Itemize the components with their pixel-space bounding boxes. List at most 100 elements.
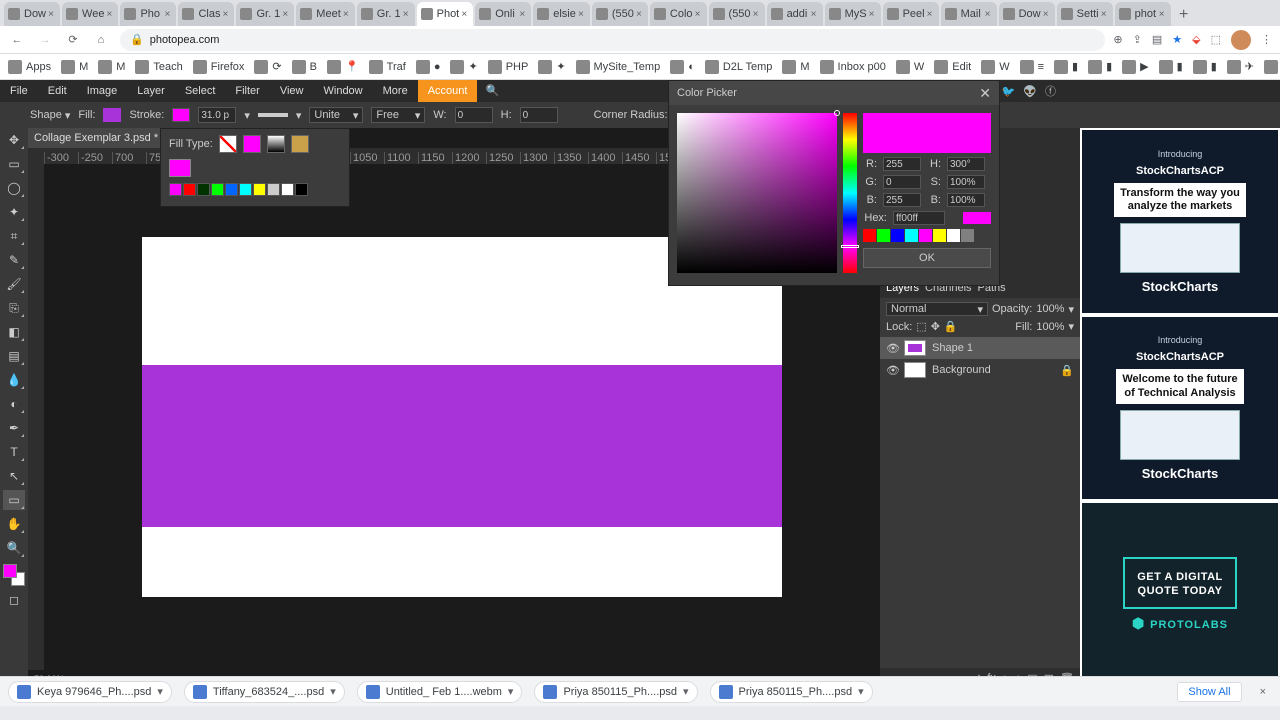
bookmark-item[interactable]: Traf [369, 60, 406, 74]
extension-icon[interactable]: ⬙ [1192, 33, 1200, 46]
bookmark-item[interactable]: M [98, 60, 125, 74]
browser-tab[interactable]: Gr. 1× [357, 2, 415, 26]
fill-pattern-button[interactable] [291, 135, 309, 153]
fill-none-button[interactable] [219, 135, 237, 153]
gradient-tool[interactable]: ▤ [3, 346, 25, 366]
chevron-down-icon[interactable]: ▾ [508, 685, 514, 698]
visibility-toggle[interactable]: 👁 [886, 364, 898, 377]
recent-color-swatch[interactable] [295, 183, 308, 196]
recent-color-swatch[interactable] [239, 183, 252, 196]
close-icon[interactable]: × [280, 9, 290, 20]
close-icon[interactable]: × [867, 9, 877, 20]
bookmark-item[interactable]: ▶ [1122, 60, 1148, 74]
chrome-menu-icon[interactable]: ⋮ [1261, 33, 1272, 46]
fill-swatch[interactable] [103, 108, 121, 122]
browser-tab[interactable]: Colo× [650, 2, 707, 26]
new-tab-button[interactable]: + [1173, 4, 1195, 26]
brush-tool[interactable]: 🖌 [3, 274, 25, 294]
hue-cursor[interactable] [841, 245, 859, 248]
close-icon[interactable]: × [983, 9, 993, 20]
lock-position-icon[interactable]: ✥ [931, 320, 940, 333]
marquee-tool[interactable]: ▭ [3, 154, 25, 174]
browser-tab[interactable]: Dow× [999, 2, 1055, 26]
close-icon[interactable]: × [1099, 9, 1109, 20]
install-icon[interactable]: ⊕ [1113, 33, 1122, 46]
pen-tool[interactable]: ✒ [3, 418, 25, 438]
layer-row[interactable]: 👁Shape 1 [880, 337, 1080, 359]
hand-tool[interactable]: ✋ [3, 514, 25, 534]
align-select[interactable]: Free▾ [371, 107, 425, 123]
preset-color-swatch[interactable] [891, 229, 904, 242]
move-tool[interactable]: ✥ [3, 130, 25, 150]
fill-gradient-button[interactable] [267, 135, 285, 153]
reddit-icon[interactable]: 👽 [1023, 85, 1037, 98]
path-op-select[interactable]: Unite▾ [309, 107, 363, 123]
v-input[interactable] [947, 193, 985, 207]
browser-tab[interactable]: Pho× [120, 2, 176, 26]
bookmark-item[interactable]: Teach [135, 60, 182, 74]
bookmark-item[interactable]: ▮ [1193, 60, 1217, 74]
browser-tab[interactable]: (550× [592, 2, 648, 26]
reader-icon[interactable]: ▤ [1152, 33, 1162, 46]
close-icon[interactable]: × [1041, 9, 1051, 20]
menu-layer[interactable]: Layer [127, 80, 175, 102]
bookmark-item[interactable]: Apps [8, 60, 51, 74]
shape-mode-dropdown[interactable]: Shape▾ [30, 109, 70, 122]
browser-tab[interactable]: Setti× [1057, 2, 1113, 26]
browser-tab[interactable]: (550× [709, 2, 765, 26]
download-chip[interactable]: Priya 850115_Ph....psd▾ [710, 681, 873, 703]
menu-file[interactable]: File [0, 80, 38, 102]
bookmark-item[interactable]: M [782, 60, 809, 74]
recent-color-swatch[interactable] [169, 183, 182, 196]
wand-tool[interactable]: ✦ [3, 202, 25, 222]
browser-tab[interactable]: Wee× [62, 2, 118, 26]
close-icon[interactable]: × [46, 9, 56, 20]
height-input[interactable] [520, 107, 558, 123]
recent-color-swatch[interactable] [253, 183, 266, 196]
preset-color-swatch[interactable] [863, 229, 876, 242]
forward-button[interactable]: → [36, 31, 54, 49]
bookmark-item[interactable]: ✦ [450, 60, 477, 74]
browser-tab[interactable]: Dow× [4, 2, 60, 26]
bookmark-item[interactable]: W [981, 60, 1009, 74]
chevron-down-icon[interactable]: ▾ [858, 685, 864, 698]
bookmark-item[interactable]: ▮ [1088, 60, 1112, 74]
bookmark-item[interactable]: W [896, 60, 924, 74]
browser-tab[interactable]: addi× [767, 2, 823, 26]
browser-tab[interactable]: phot× [1115, 2, 1171, 26]
extensions-puzzle-icon[interactable]: ⬚ [1211, 33, 1221, 46]
recent-color-swatch[interactable] [211, 183, 224, 196]
chevron-down-icon[interactable]: ▾ [330, 685, 336, 698]
bookmark-item[interactable]: Edit [934, 60, 971, 74]
close-icon[interactable]: × [220, 9, 230, 20]
browser-tab[interactable]: Onli× [475, 2, 531, 26]
quickmask-toggle[interactable]: ◻ [3, 590, 25, 610]
bookmark-item[interactable]: ≡ [1020, 60, 1044, 74]
stamp-tool[interactable]: ⎘ [3, 298, 25, 318]
bookmark-item[interactable]: Inbox p00 [820, 60, 886, 74]
r-input[interactable] [883, 157, 921, 171]
recent-color-swatch[interactable] [197, 183, 210, 196]
download-chip[interactable]: Untitled_ Feb 1....webm▾ [357, 681, 523, 703]
search-icon[interactable]: 🔍 [477, 80, 507, 102]
saturation-value-field[interactable] [677, 113, 837, 273]
close-icon[interactable]: × [751, 9, 761, 20]
shape-rectangle[interactable] [142, 365, 782, 527]
menu-more[interactable]: More [373, 80, 418, 102]
menu-view[interactable]: View [270, 80, 314, 102]
download-chip[interactable]: Keya 979646_Ph....psd▾ [8, 681, 172, 703]
sv-cursor[interactable] [834, 110, 840, 116]
stroke-style-preview[interactable] [258, 113, 288, 117]
browser-tab[interactable]: elsie× [533, 2, 590, 26]
browser-tab[interactable]: Peel× [883, 2, 939, 26]
bookmark-item[interactable]: ✈ [1227, 60, 1254, 74]
profile-avatar[interactable] [1231, 30, 1251, 50]
browser-tab[interactable]: Phot× [417, 2, 474, 26]
browser-tab[interactable]: Meet× [296, 2, 354, 26]
close-icon[interactable]: × [162, 9, 172, 20]
account-button[interactable]: Account [418, 80, 478, 102]
browser-tab[interactable]: Clas× [178, 2, 234, 26]
lock-pixels-icon[interactable]: ⬚ [916, 320, 926, 333]
bookmark-star-icon[interactable]: ★ [1172, 33, 1182, 46]
h-input[interactable] [947, 157, 985, 171]
